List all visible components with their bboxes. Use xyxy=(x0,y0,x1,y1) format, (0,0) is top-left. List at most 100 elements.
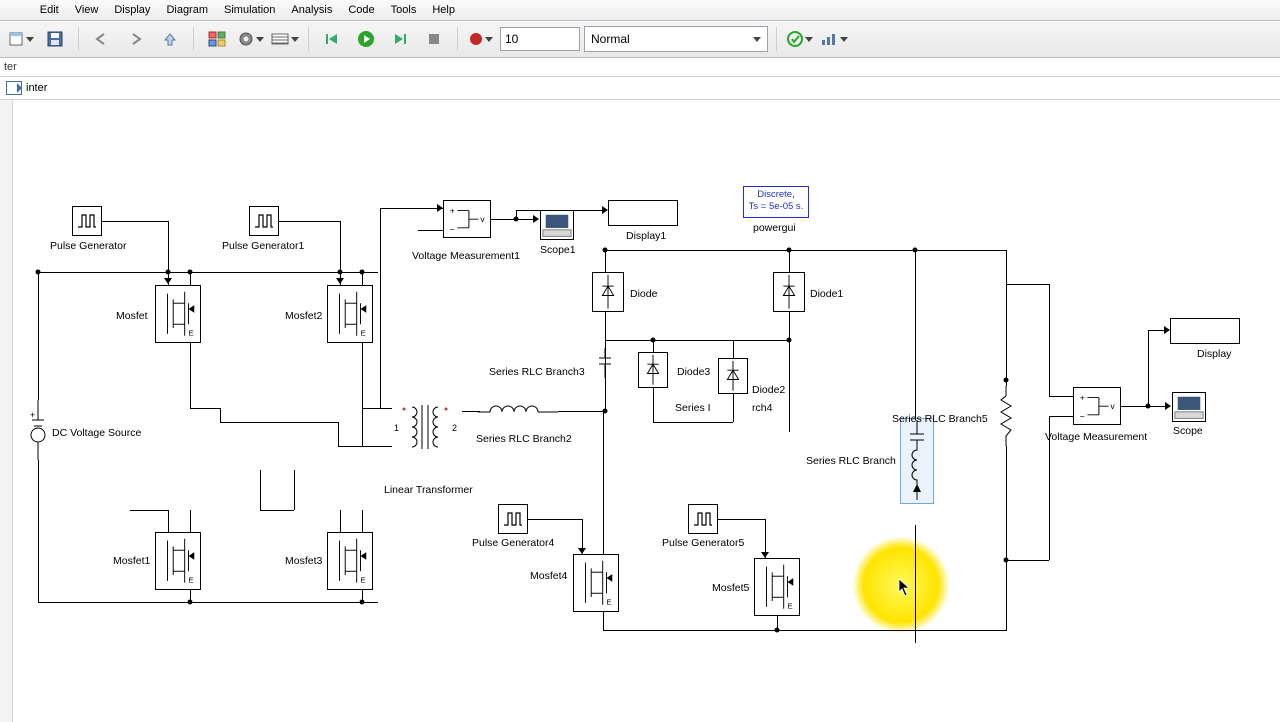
canvas-palette[interactable] xyxy=(0,100,13,722)
powergui-label: powergui xyxy=(753,222,796,234)
mosfet1-label: Mosfet1 xyxy=(113,555,150,567)
pulse-generator1-block[interactable] xyxy=(249,206,279,236)
pulse-generator-block[interactable] xyxy=(72,206,102,236)
model-canvas[interactable]: Discrete, Ts = 5e-05 s. powergui Pulse G… xyxy=(0,100,1280,722)
svg-text:E: E xyxy=(361,329,366,338)
scope1-label: Scope1 xyxy=(540,244,576,256)
menu-help[interactable]: Help xyxy=(432,4,455,16)
breadcrumb-label[interactable]: inter xyxy=(26,82,47,94)
menu-edit[interactable]: Edit xyxy=(40,4,59,16)
display-label: Display xyxy=(1197,348,1231,360)
stop-time-input[interactable] xyxy=(500,27,580,51)
diode-block[interactable] xyxy=(592,272,624,312)
node-dot xyxy=(913,248,918,253)
display-block[interactable] xyxy=(1170,318,1240,344)
mosfet1-block[interactable]: E xyxy=(155,532,201,590)
node-dot xyxy=(1146,404,1151,409)
display1-block[interactable] xyxy=(608,200,678,226)
rch4-label: rch4 xyxy=(752,402,772,414)
menu-diagram[interactable]: Diagram xyxy=(166,4,208,16)
scope-block[interactable] xyxy=(1172,392,1206,422)
wire xyxy=(362,510,363,532)
rlc-branch3-label: Series RLC Branch3 xyxy=(489,366,585,378)
rlc-branch-block[interactable] xyxy=(908,420,926,500)
model-config-button[interactable] xyxy=(236,25,266,53)
highlight-spot xyxy=(853,537,949,633)
run-button[interactable] xyxy=(351,25,381,53)
wire xyxy=(220,422,338,423)
save-button[interactable] xyxy=(40,25,70,53)
up-button[interactable] xyxy=(155,25,185,53)
diode3-label: Diode3 xyxy=(677,366,710,378)
mosfet2-block[interactable]: E xyxy=(327,285,373,343)
library-browser-button[interactable] xyxy=(202,25,232,53)
wire xyxy=(603,630,1007,631)
menu-code[interactable]: Code xyxy=(348,4,374,16)
stop-button[interactable] xyxy=(419,25,449,53)
model-explorer-button[interactable] xyxy=(270,25,300,53)
menu-simulation[interactable]: Simulation xyxy=(224,4,275,16)
forward-button[interactable] xyxy=(121,25,151,53)
dc-source-block[interactable]: + xyxy=(30,400,46,460)
rlc-branch2-block[interactable] xyxy=(478,402,558,422)
wire xyxy=(279,221,340,222)
wire xyxy=(294,470,295,510)
wire xyxy=(915,525,916,643)
wire xyxy=(789,250,790,272)
mosfet5-block[interactable]: E xyxy=(754,558,800,616)
wire xyxy=(603,412,604,554)
menu-tools[interactable]: Tools xyxy=(391,4,417,16)
svg-text:2: 2 xyxy=(452,423,457,433)
node-dot xyxy=(360,270,365,275)
wire xyxy=(130,510,168,511)
wire xyxy=(528,519,582,520)
simulation-mode-select[interactable]: Normal xyxy=(584,26,768,52)
wire xyxy=(915,250,1006,251)
wire xyxy=(915,250,916,420)
record-button[interactable] xyxy=(466,25,496,53)
mosfet4-label: Mosfet4 xyxy=(530,570,567,582)
mosfet3-block[interactable]: E xyxy=(327,532,373,590)
mosfet3-label: Mosfet3 xyxy=(285,555,322,567)
build-button[interactable] xyxy=(819,25,849,53)
wire xyxy=(718,519,765,520)
wire xyxy=(190,510,191,532)
model-icon[interactable] xyxy=(6,81,22,95)
powergui-block[interactable]: Discrete, Ts = 5e-05 s. xyxy=(743,186,809,218)
update-diagram-button[interactable] xyxy=(785,25,815,53)
linear-transformer-block[interactable]: 12 xyxy=(392,397,464,457)
step-forward-button[interactable] xyxy=(385,25,415,53)
caret-icon xyxy=(753,37,761,42)
wire xyxy=(338,422,339,446)
mosfet4-block[interactable]: E xyxy=(573,554,619,612)
new-model-button[interactable] xyxy=(6,25,36,53)
wire xyxy=(733,340,734,358)
mosfet5-label: Mosfet5 xyxy=(712,582,749,594)
diode1-block[interactable] xyxy=(773,272,805,312)
pulse-generator4-block[interactable] xyxy=(498,504,528,534)
rlc-branch5-block[interactable] xyxy=(999,386,1013,446)
mosfet-label: Mosfet xyxy=(116,310,148,322)
menu-analysis[interactable]: Analysis xyxy=(291,4,332,16)
back-button[interactable] xyxy=(87,25,117,53)
wire xyxy=(1006,250,1007,386)
mosfet-block[interactable]: E xyxy=(155,285,201,343)
svg-text:E: E xyxy=(607,598,612,607)
diode3-block[interactable] xyxy=(638,352,668,388)
node-dot xyxy=(603,248,608,253)
wire xyxy=(516,210,602,211)
diode2-block[interactable] xyxy=(718,358,748,394)
linear-transformer-label: Linear Transformer xyxy=(384,484,473,496)
menu-view[interactable]: View xyxy=(75,4,99,16)
node-dot xyxy=(188,600,193,605)
menu-bar: File Edit View Display Diagram Simulatio… xyxy=(0,0,1280,21)
scope1-block[interactable] xyxy=(540,210,574,240)
svg-text:−: − xyxy=(450,225,455,235)
model-subtitle: ter xyxy=(0,58,1280,77)
pulse-generator5-block[interactable] xyxy=(688,504,718,534)
menu-display[interactable]: Display xyxy=(114,4,150,16)
step-back-button[interactable] xyxy=(317,25,347,53)
voltage-measurement-block[interactable]: +−v xyxy=(1073,387,1121,425)
arrow-icon xyxy=(761,552,769,558)
voltage-measurement1-block[interactable]: +−v xyxy=(443,200,491,238)
